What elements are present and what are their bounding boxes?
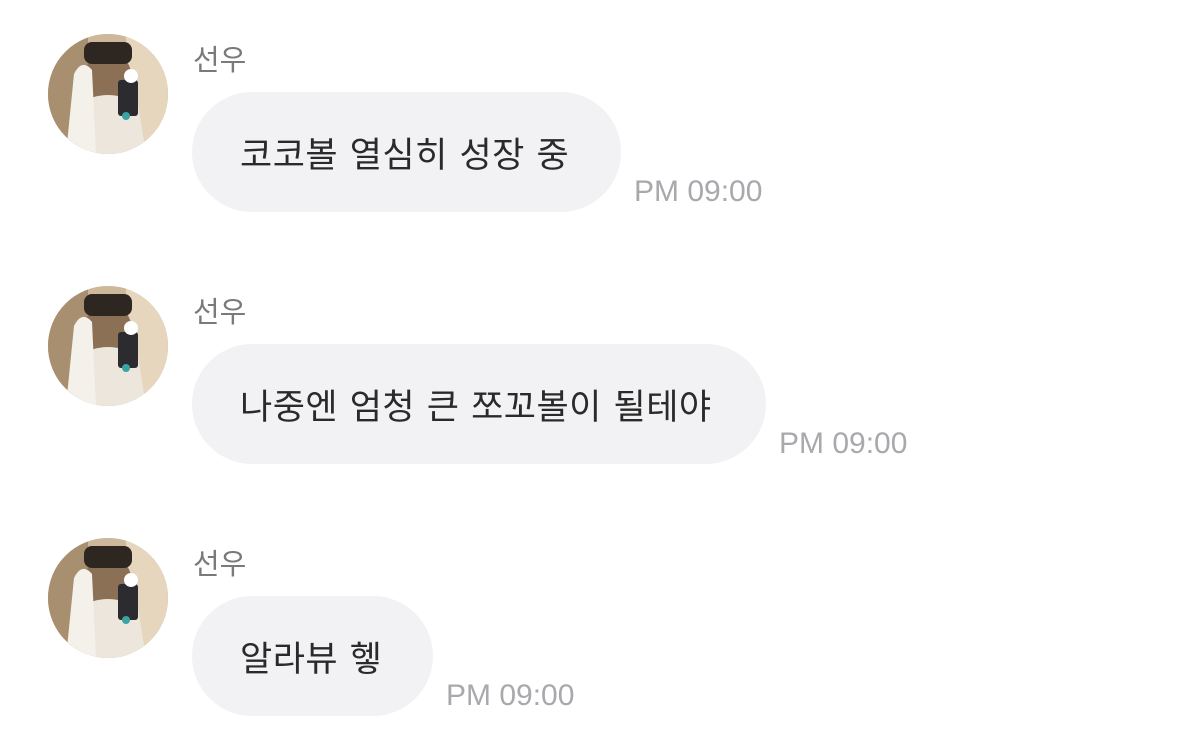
sender-name: 선우	[193, 295, 247, 329]
chat-message: 선우 나중엔 엄청 큰 쪼꼬볼이 될테야 PM 09:00	[0, 252, 1179, 492]
message-text: 알라뷰 헿	[240, 639, 383, 680]
message-text: 나중엔 엄청 큰 쪼꼬볼이 될테야	[240, 387, 712, 428]
message-bubble[interactable]: 나중엔 엄청 큰 쪼꼬볼이 될테야	[192, 344, 766, 464]
message-timestamp: PM 09:00	[634, 175, 763, 208]
sender-avatar[interactable]	[48, 34, 168, 154]
message-timestamp: PM 09:00	[446, 679, 575, 712]
sender-name: 선우	[193, 43, 247, 77]
message-bubble[interactable]: 코코볼 열심히 성장 중	[192, 92, 621, 212]
profile-photo-icon	[48, 286, 168, 406]
chat-message: 선우 코코볼 열심히 성장 중 PM 09:00	[0, 0, 1179, 240]
profile-photo-icon	[48, 34, 168, 154]
message-text: 코코볼 열심히 성장 중	[240, 135, 570, 176]
sender-name: 선우	[193, 547, 247, 581]
sender-avatar[interactable]	[48, 538, 168, 658]
message-bubble[interactable]: 알라뷰 헿	[192, 596, 433, 716]
chat-message: 선우 알라뷰 헿 PM 09:00	[0, 504, 1179, 744]
message-timestamp: PM 09:00	[779, 427, 908, 460]
profile-photo-icon	[48, 538, 168, 658]
sender-avatar[interactable]	[48, 286, 168, 406]
